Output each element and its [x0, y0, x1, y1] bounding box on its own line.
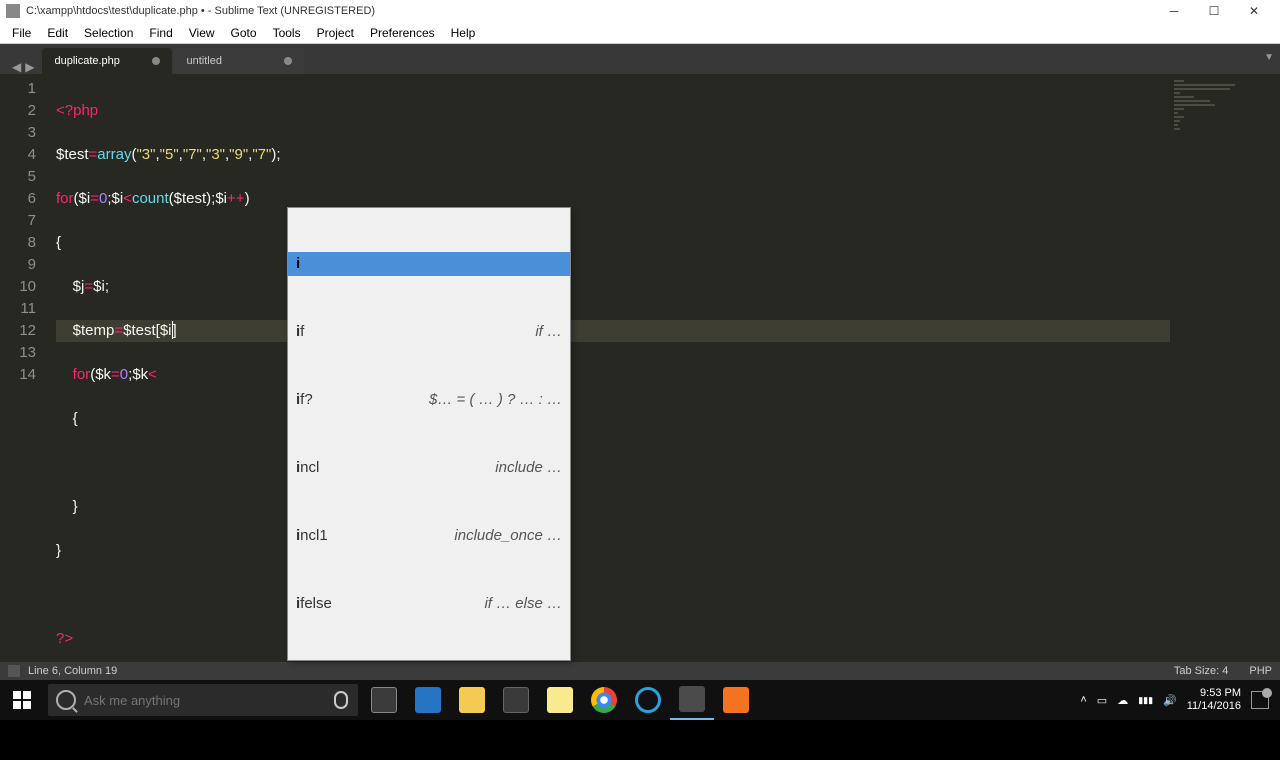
status-icon[interactable] [8, 665, 20, 677]
tab-label: untitled [186, 55, 221, 67]
line-gutter: 123 456 789 101112 1314 [0, 74, 48, 662]
status-syntax[interactable]: PHP [1249, 665, 1272, 677]
tab-label: duplicate.php [54, 55, 119, 67]
menu-edit[interactable]: Edit [39, 24, 76, 42]
window-title: C:\xampp\htdocs\test\duplicate.php • - S… [26, 5, 1154, 17]
menu-find[interactable]: Find [141, 24, 180, 42]
editor-area[interactable]: 123 456 789 101112 1314 <?php $test=arra… [0, 74, 1280, 662]
autocomplete-item[interactable]: ifelse if … else … [288, 592, 570, 616]
menu-selection[interactable]: Selection [76, 24, 141, 42]
autocomplete-item[interactable]: if? $… = ( … ) ? … : … [288, 388, 570, 412]
window-titlebar: C:\xampp\htdocs\test\duplicate.php • - S… [0, 0, 1280, 22]
minimize-button[interactable]: ─ [1154, 0, 1194, 22]
app-icon [6, 4, 20, 18]
code-view[interactable]: <?php $test=array("3","5","7","3","9","7… [48, 74, 1170, 662]
menu-preferences[interactable]: Preferences [362, 24, 443, 42]
autocomplete-item[interactable]: incl include … [288, 456, 570, 480]
tab-strip: ◀▶ duplicate.php untitled ▼ [0, 44, 1280, 74]
menu-view[interactable]: View [181, 24, 223, 42]
autocomplete-item[interactable]: if if … [288, 320, 570, 344]
start-button[interactable] [0, 680, 44, 720]
windows-logo-icon [13, 691, 31, 709]
tab-nav-arrows[interactable]: ◀▶ [4, 60, 42, 74]
menu-tools[interactable]: Tools [265, 24, 309, 42]
status-tab-size[interactable]: Tab Size: 4 [1174, 665, 1228, 677]
menu-goto[interactable]: Goto [223, 24, 265, 42]
dirty-indicator-icon [284, 57, 292, 65]
close-button[interactable]: ✕ [1234, 0, 1274, 22]
autocomplete-item[interactable]: i [288, 252, 570, 276]
autocomplete-item[interactable]: incl1 include_once … [288, 524, 570, 548]
menu-file[interactable]: File [4, 24, 39, 42]
tray-clock[interactable]: 9:53 PM 11/14/2016 [1187, 687, 1241, 713]
tab-overflow-icon[interactable]: ▼ [1264, 52, 1274, 63]
tab-untitled[interactable]: untitled [174, 48, 304, 74]
dirty-indicator-icon [152, 57, 160, 65]
tab-duplicate-php[interactable]: duplicate.php [42, 48, 172, 74]
maximize-button[interactable]: ☐ [1194, 0, 1234, 22]
action-center-icon[interactable] [1251, 691, 1269, 709]
minimap[interactable] [1170, 74, 1280, 662]
menu-project[interactable]: Project [309, 24, 362, 42]
search-icon [56, 690, 76, 710]
menu-bar: File Edit Selection Find View Goto Tools… [0, 22, 1280, 44]
menu-help[interactable]: Help [443, 24, 484, 42]
autocomplete-popup[interactable]: i if if … if? $… = ( … ) ? … : … incl in… [287, 207, 571, 661]
